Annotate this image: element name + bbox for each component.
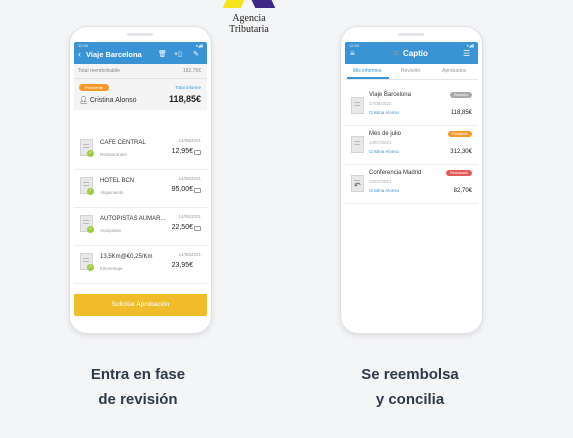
report-date: 13/07/2021 — [369, 140, 392, 145]
caption-left-line-2: de revisión — [98, 391, 178, 408]
check-icon: ✓ — [87, 150, 94, 157]
report-name: Viaje Barcelona — [369, 92, 411, 98]
report-total: 118,85€ — [168, 94, 201, 104]
expense-date: 14/08/2021 — [178, 252, 201, 257]
tab-revision[interactable]: Revisión — [401, 68, 420, 74]
expense-name: CAFE CENTRAL — [100, 140, 146, 146]
expense-row[interactable]: ✓ CAFE CENTRAL Restaurantes 14/08/2021 1… — [74, 132, 207, 170]
menu-icon[interactable]: ≡ — [350, 49, 355, 58]
expense-date: 14/08/2021 — [178, 176, 201, 181]
report-icon — [351, 97, 364, 114]
card-icon — [194, 188, 201, 193]
app-bar: 12:30 ▾◢▮ ≡ ⁙ Captio ☰ — [345, 42, 478, 64]
tab-mis-informes[interactable]: Mis informes — [353, 68, 381, 74]
report-row[interactable]: Viaje Barcelona 17/08/2021 Cristina Alon… — [345, 87, 478, 126]
report-icon — [351, 136, 364, 153]
back-arrow-icon[interactable]: ‹ — [78, 49, 81, 59]
status-time: 12:30 — [78, 43, 89, 48]
caption-left-line-1: Entra en fase — [90, 366, 186, 383]
status-badge: Rechazado — [446, 170, 472, 176]
logo-mark — [212, 0, 286, 12]
check-icon: ✓ — [87, 264, 94, 271]
expense-amount: 23,95€ — [171, 262, 193, 269]
report-row[interactable]: ↶ Conferencia Madrid 02/07/2021 Cristina… — [345, 165, 478, 204]
expense-category: Autopistas — [100, 228, 122, 233]
expense-category: Kilometraje — [100, 266, 123, 271]
report-amount: 118,85€ — [450, 110, 472, 116]
phone-screen: 12:30 ▾◢▮ ≡ ⁙ Captio ☰ Mis informes Revi… — [345, 42, 478, 316]
card-icon — [194, 226, 201, 231]
caption-left: Entra en fase de revisión — [28, 362, 248, 412]
return-arrow-icon: ↶ — [354, 181, 361, 190]
owner-name: Cristina Alonso — [89, 97, 137, 104]
total-reimbursable-label: Total reembolsable — [78, 68, 120, 74]
expense-date: 14/08/2021 — [178, 138, 201, 143]
report-name: Mes de julio — [369, 131, 402, 137]
caption-right-line-2: y concilia — [375, 391, 445, 408]
app-bar: 12:30 ▾◢▮ ‹ Viaje Barcelona 🗑 +▯ ✎ — [74, 42, 207, 64]
request-approval-button[interactable]: Solicitar Aprobación — [74, 294, 207, 316]
status-time: 12:30 — [349, 43, 360, 48]
caption-right-line-1: Se reembolsa — [361, 366, 459, 383]
status-bar: 12:30 ▾◢▮ — [78, 43, 203, 48]
expense-category: Restaurantes — [100, 152, 127, 157]
expense-name: 13,5Km@€0,25/Km — [100, 254, 153, 260]
report-date: 17/08/2021 — [369, 101, 392, 106]
app-name: Captio — [403, 49, 428, 58]
edit-pencil-icon[interactable]: ✎ — [193, 50, 199, 58]
active-tab-indicator — [347, 77, 389, 79]
status-badge: Pendiente — [79, 84, 110, 91]
status-badge: Pendiente — [448, 131, 472, 137]
expense-amount: 95,00€ — [171, 186, 193, 193]
person-icon: 👤︎ — [79, 97, 90, 104]
report-date: 02/07/2021 — [369, 179, 392, 184]
signal-icon: ▾◢▮ — [466, 43, 474, 48]
card-icon — [194, 150, 201, 155]
status-bar: 12:30 ▾◢▮ — [349, 43, 474, 48]
expense-row[interactable]: ✓ AUTOPISTAS AUMAR... Autopistas 14/08/2… — [74, 208, 207, 246]
report-name: Conferencia Madrid — [369, 170, 422, 176]
divider — [74, 78, 207, 79]
expense-category: Alojamiento — [100, 190, 124, 195]
tab-bar: Mis informes Revisión Aprobados — [345, 64, 478, 80]
check-icon: ✓ — [87, 188, 94, 195]
tab-aprobados[interactable]: Aprobados — [442, 68, 466, 74]
phone-speaker — [127, 33, 153, 36]
trash-icon[interactable]: 🗑 — [158, 50, 167, 58]
filter-icon[interactable]: ☰ — [463, 49, 470, 58]
expense-amount: 22,50€ — [171, 224, 193, 231]
expense-amount: 12,95€ — [171, 148, 193, 155]
caption-right: Se reembolsa y concilia — [300, 362, 520, 412]
logo-text: Agencia Tributaria — [229, 13, 269, 35]
report-owner: Cristina Alonso — [369, 110, 400, 115]
status-badge: Borrador — [450, 92, 472, 98]
report-amount: 82,70€ — [453, 188, 472, 194]
check-icon: ✓ — [87, 226, 94, 233]
report-owner: 👤︎ Cristina Alonso — [79, 96, 137, 104]
add-receipt-icon[interactable]: +▯ — [174, 50, 182, 58]
signal-icon: ▾◢▮ — [195, 43, 203, 48]
report-title: Viaje Barcelona — [86, 50, 142, 59]
report-owner: Cristina Alonso — [369, 149, 400, 154]
expense-date: 14/08/2021 — [178, 214, 201, 219]
report-owner: Cristina Alonso — [369, 188, 400, 193]
expense-row[interactable]: ✓ 13,5Km@€0,25/Km Kilometraje 14/08/2021… — [74, 246, 207, 284]
report-amount: 312,30€ — [450, 149, 472, 155]
phone-screen: 12:30 ▾◢▮ ‹ Viaje Barcelona 🗑 +▯ ✎ Total… — [74, 42, 207, 316]
phone-speaker — [398, 33, 424, 36]
report-row[interactable]: Mes de julio 13/07/2021 Cristina Alonso … — [345, 126, 478, 165]
expense-name: HOTEL BCN — [100, 178, 135, 184]
phone-report-list: 12:30 ▾◢▮ ≡ ⁙ Captio ☰ Mis informes Revi… — [340, 26, 483, 334]
total-reimbursable-value: 182,75€ — [182, 68, 201, 74]
captio-logo-icon: ⁙ — [393, 49, 400, 58]
total-informe-label: Total informe — [175, 85, 201, 90]
expense-name: AUTOPISTAS AUMAR... — [100, 216, 166, 222]
report-summary: Total reembolsable 182,75€ Pendiente Tot… — [74, 64, 207, 110]
expense-row[interactable]: ✓ HOTEL BCN Alojamiento 14/08/2021 95,00… — [74, 170, 207, 208]
phone-report-detail: 12:30 ▾◢▮ ‹ Viaje Barcelona 🗑 +▯ ✎ Total… — [69, 26, 212, 334]
agencia-tributaria-logo: Agencia Tributaria — [212, 0, 286, 35]
